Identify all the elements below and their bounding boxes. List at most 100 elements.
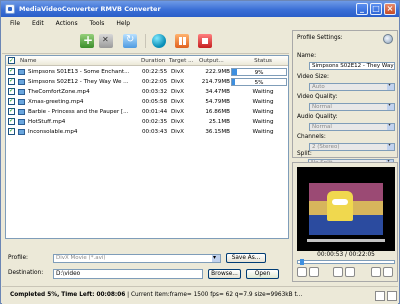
status-text: Completed 5%, Time Left: 00:08:06 | Curr… (10, 292, 302, 298)
file-status: Waiting (252, 109, 274, 115)
table-row[interactable]: Barbie - Princess and the Pauper [... 00… (6, 106, 288, 117)
audio-quality-label: Audio Quality: (297, 114, 338, 120)
header-status[interactable]: Status (238, 57, 288, 65)
preview-panel: 00:00:53 / 00:22:05 (292, 162, 398, 282)
destination-input[interactable]: D:\video (53, 269, 203, 279)
video-preview (297, 167, 395, 251)
chevron-down-icon (387, 124, 394, 130)
file-duration: 00:05:58 (142, 99, 168, 105)
video-file-icon (18, 129, 25, 135)
right-panel: Profile Settings: Name: Simpsons S02E12 … (292, 30, 398, 282)
file-name: Barbie - Princess and the Pauper [... (28, 109, 129, 115)
fullscreen-icon[interactable] (383, 267, 393, 277)
table-row[interactable]: TheComfortZone.mp4 00:03:32 DivX 34.47MB… (6, 86, 288, 97)
select-all-checkbox[interactable] (8, 57, 16, 65)
remove-file-icon[interactable] (99, 34, 113, 48)
file-target: DivX (171, 89, 185, 95)
video-file-icon (18, 79, 25, 85)
table-row[interactable]: Simpsons S02E12 - They Way We ... 00:22:… (6, 76, 288, 87)
stop-icon[interactable] (198, 34, 212, 48)
play-icon[interactable] (297, 267, 307, 277)
preview-time: 00:00:53 / 00:22:05 (317, 252, 375, 258)
file-name: TheComfortZone.mp4 (28, 89, 90, 95)
video-quality-select[interactable]: Normal (309, 103, 395, 111)
file-status: Waiting (252, 99, 274, 105)
file-target: DivX (171, 129, 185, 135)
video-size-label: Video Size: (297, 74, 329, 80)
file-name: Inconsolable.mp4 (28, 129, 78, 135)
file-duration: 00:03:32 (142, 89, 168, 95)
seek-knob[interactable] (300, 259, 304, 265)
file-target: DivX (171, 69, 185, 75)
file-list: Name Duration Target ... Output... Statu… (5, 55, 289, 239)
toolbar (2, 30, 289, 54)
row-checkbox[interactable] (8, 106, 15, 116)
profile-label: Profile: (8, 255, 28, 261)
file-target: DivX (171, 99, 185, 105)
menu-actions[interactable]: Actions (56, 20, 78, 27)
file-name: Simpsons S01E13 - Some Enchant... (28, 69, 130, 75)
video-file-icon (18, 109, 25, 115)
video-size-select[interactable]: Auto (309, 83, 395, 91)
row-checkbox[interactable] (8, 86, 15, 96)
time-left-status: , Time Left: 00:08:06 (57, 292, 126, 298)
row-checkbox[interactable] (8, 116, 15, 126)
header-output[interactable]: Output... (199, 57, 224, 65)
row-checkbox[interactable] (8, 76, 15, 86)
save-as-button[interactable]: Save As... (226, 253, 266, 263)
volume-icon[interactable] (371, 267, 381, 277)
row-checkbox[interactable] (8, 96, 15, 106)
file-target: DivX (171, 109, 185, 115)
header-target[interactable]: Target ... (169, 57, 193, 65)
table-row[interactable]: Simpsons S01E13 - Some Enchant... 00:22:… (6, 66, 288, 77)
settings-icon[interactable] (383, 34, 393, 44)
toolbar-separator (145, 34, 146, 48)
file-output: 16.86MB (205, 109, 230, 115)
seek-bar[interactable] (297, 259, 395, 265)
browse-button[interactable]: Browse... (208, 269, 241, 279)
name-field[interactable]: Simpsons S02E12 - They Way (309, 62, 395, 70)
menu-tools[interactable]: Tools (90, 20, 105, 27)
merge-icon[interactable] (123, 34, 137, 48)
info-icon[interactable] (387, 291, 397, 301)
log-icon[interactable] (375, 291, 385, 301)
profile-select[interactable]: DivX Movie (*.avi) (53, 254, 221, 263)
maximize-icon[interactable]: □ (370, 3, 382, 15)
channels-select[interactable]: 2 (Stereo) (309, 143, 395, 151)
video-quality-label: Video Quality: (297, 94, 338, 100)
table-row[interactable]: Xmas-greeting.mp4 00:05:58 DivX 54.79MB … (6, 96, 288, 107)
file-duration: 00:22:05 (142, 79, 168, 85)
video-file-icon (18, 89, 25, 95)
app-window: MediaVideoConverter RMVB Converter _ □ ×… (0, 0, 400, 304)
app-icon (5, 4, 15, 14)
folder-icon[interactable] (345, 267, 355, 277)
snapshot-icon[interactable] (333, 267, 343, 277)
file-name: Simpsons S02E12 - They Way We ... (28, 79, 129, 85)
menu-file[interactable]: File (10, 20, 20, 27)
convert-icon[interactable] (152, 34, 166, 48)
table-row[interactable]: Inconsolable.mp4 00:03:43 DivX 36.15MB W… (6, 126, 288, 137)
open-button[interactable]: Open (246, 269, 279, 279)
stop-preview-icon[interactable] (309, 267, 319, 277)
header-duration[interactable]: Duration (141, 57, 165, 65)
minimize-icon[interactable]: _ (356, 3, 368, 15)
menu-edit[interactable]: Edit (32, 20, 44, 27)
row-checkbox[interactable] (8, 126, 15, 136)
file-status: Waiting (252, 129, 274, 135)
pause-icon[interactable] (175, 34, 189, 48)
file-duration: 00:03:43 (142, 129, 168, 135)
close-icon[interactable]: × (384, 3, 396, 15)
subtitle-bar (307, 239, 385, 242)
row-checkbox[interactable] (8, 66, 15, 76)
audio-quality-select[interactable]: Normal (309, 123, 395, 131)
file-duration: 00:22:55 (142, 69, 168, 75)
character-image (327, 191, 353, 221)
chevron-down-icon (387, 84, 394, 90)
header-name[interactable]: Name (20, 57, 138, 65)
window-title: MediaVideoConverter RMVB Converter (19, 5, 161, 13)
add-file-icon[interactable] (80, 33, 94, 48)
table-row[interactable]: HotStuff.mp4 00:02:35 DivX 25.1MB Waitin… (6, 116, 288, 127)
file-duration: 00:02:35 (142, 119, 168, 125)
menu-help[interactable]: Help (116, 20, 130, 27)
video-file-icon (18, 119, 25, 125)
